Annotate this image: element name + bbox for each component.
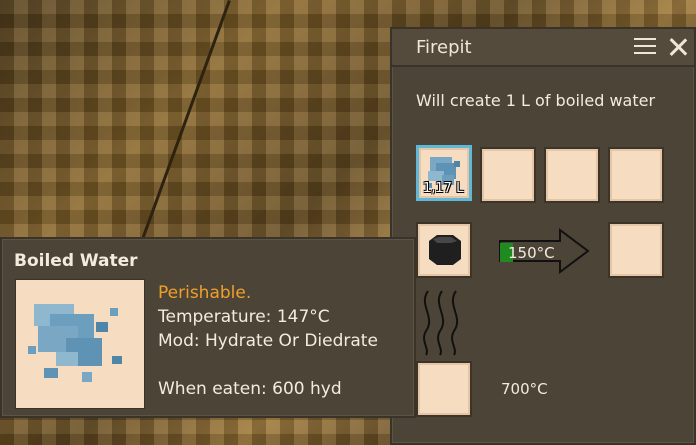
- fuel-temperature: 700°C: [501, 380, 548, 398]
- output-slot[interactable]: [608, 222, 664, 278]
- fuel-slot[interactable]: [416, 222, 472, 278]
- tooltip-title: Boiled Water: [14, 251, 138, 271]
- item-tooltip: Boiled Water Perishable. Temperature: 14…: [0, 237, 416, 418]
- tooltip-details: Perishable. Temperature: 147°C Mod: Hydr…: [158, 281, 378, 401]
- firepit-dialog: Firepit Will create 1 L of boiled water …: [390, 27, 696, 445]
- fuel-input-slot[interactable]: [416, 361, 472, 417]
- tooltip-when-eaten: When eaten: 600 hyd: [158, 379, 342, 399]
- dialog-titlebar: Firepit: [392, 29, 694, 67]
- input-slot-1[interactable]: 1,17 L: [416, 145, 472, 201]
- cook-temperature: 150°C: [508, 244, 555, 262]
- coal-icon: [429, 235, 461, 265]
- tooltip-temperature: Temperature: 147°C: [158, 307, 330, 327]
- input-slot-quantity: 1,17 L: [423, 181, 464, 196]
- close-icon[interactable]: [666, 35, 690, 59]
- recipe-info-text: Will create 1 L of boiled water: [416, 91, 656, 110]
- dialog-title: Firepit: [416, 37, 472, 58]
- input-slot-3[interactable]: [544, 147, 600, 203]
- tooltip-perishable: Perishable.: [158, 283, 252, 303]
- heat-waves-icon: [423, 290, 459, 356]
- tooltip-item-image: [15, 279, 145, 409]
- tooltip-mod: Mod: Hydrate Or Diedrate: [158, 331, 378, 351]
- water-puddle-icon: [28, 304, 122, 382]
- hamburger-menu-icon[interactable]: [634, 38, 656, 56]
- input-slot-2[interactable]: [480, 147, 536, 203]
- tooltip-spacer: [158, 353, 378, 377]
- input-slot-4[interactable]: [608, 147, 664, 203]
